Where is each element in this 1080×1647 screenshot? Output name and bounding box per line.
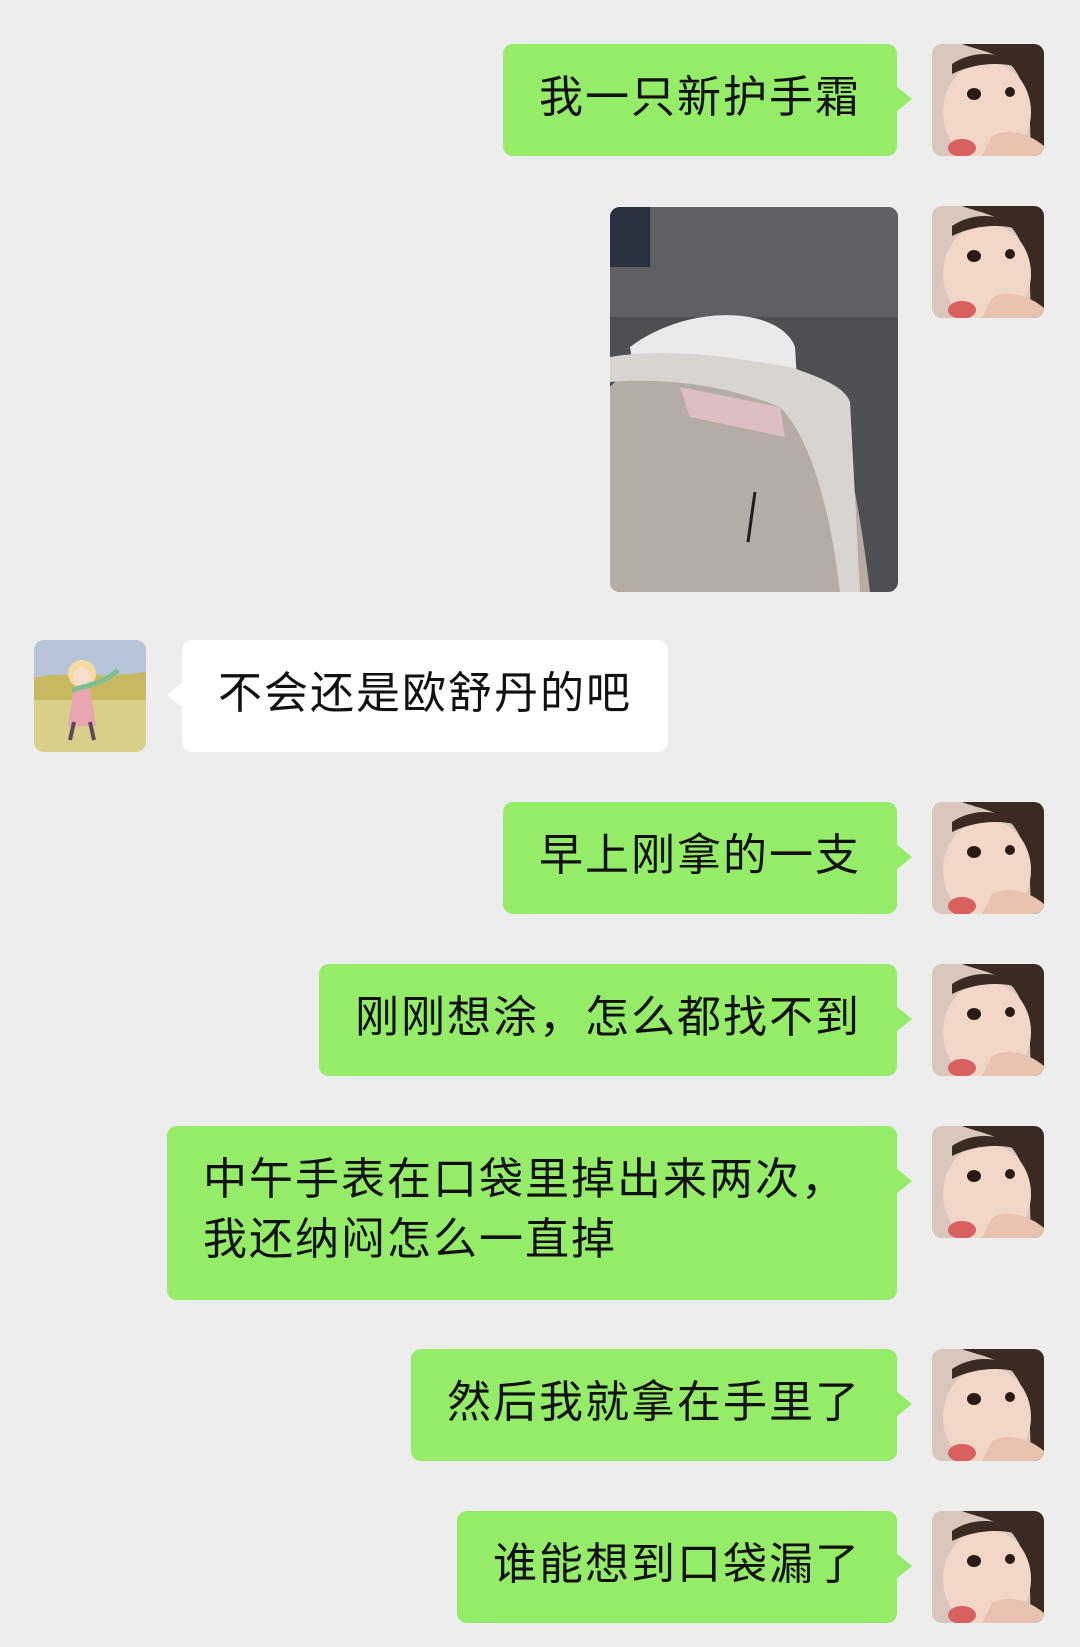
message-bubble[interactable]: 然后我就拿在手里了 — [411, 1349, 912, 1461]
message-text: 刚刚想涂，怎么都找不到 — [355, 992, 861, 1043]
message-text: 不会还是欧舒丹的吧 — [218, 668, 632, 719]
message-bubble[interactable]: 谁能想到口袋漏了 — [457, 1511, 912, 1623]
message-text: 我一只新护手霜 — [539, 72, 861, 123]
message-bubble[interactable]: 刚刚想涂，怎么都找不到 — [319, 964, 912, 1076]
child-avatar-icon[interactable] — [932, 206, 1044, 318]
child-avatar-icon[interactable] — [932, 802, 1044, 914]
message-text: 谁能想到口袋漏了 — [493, 1539, 861, 1590]
message-bubble[interactable]: 中午手表在口袋里掉出来两次，我还纳闷怎么一直掉 — [167, 1126, 912, 1300]
child-avatar-icon[interactable] — [932, 1511, 1044, 1623]
message-bubble[interactable]: 我一只新护手霜 — [503, 44, 912, 156]
message-bubble[interactable]: 不会还是欧舒丹的吧 — [167, 640, 668, 752]
message-text: 然后我就拿在手里了 — [447, 1377, 861, 1428]
message-bubble[interactable]: 早上刚拿的一支 — [503, 802, 912, 914]
child-avatar-icon[interactable] — [932, 964, 1044, 1076]
message-text: 早上刚拿的一支 — [539, 830, 861, 881]
child-avatar-icon[interactable] — [932, 44, 1044, 156]
message-text: 中午手表在口袋里掉出来两次，我还纳闷怎么一直掉 — [203, 1154, 847, 1265]
photo-message[interactable] — [610, 207, 898, 592]
child-avatar-icon[interactable] — [932, 1126, 1044, 1238]
illustrated-girl-avatar-icon[interactable] — [34, 640, 146, 752]
child-avatar-icon[interactable] — [932, 1349, 1044, 1461]
